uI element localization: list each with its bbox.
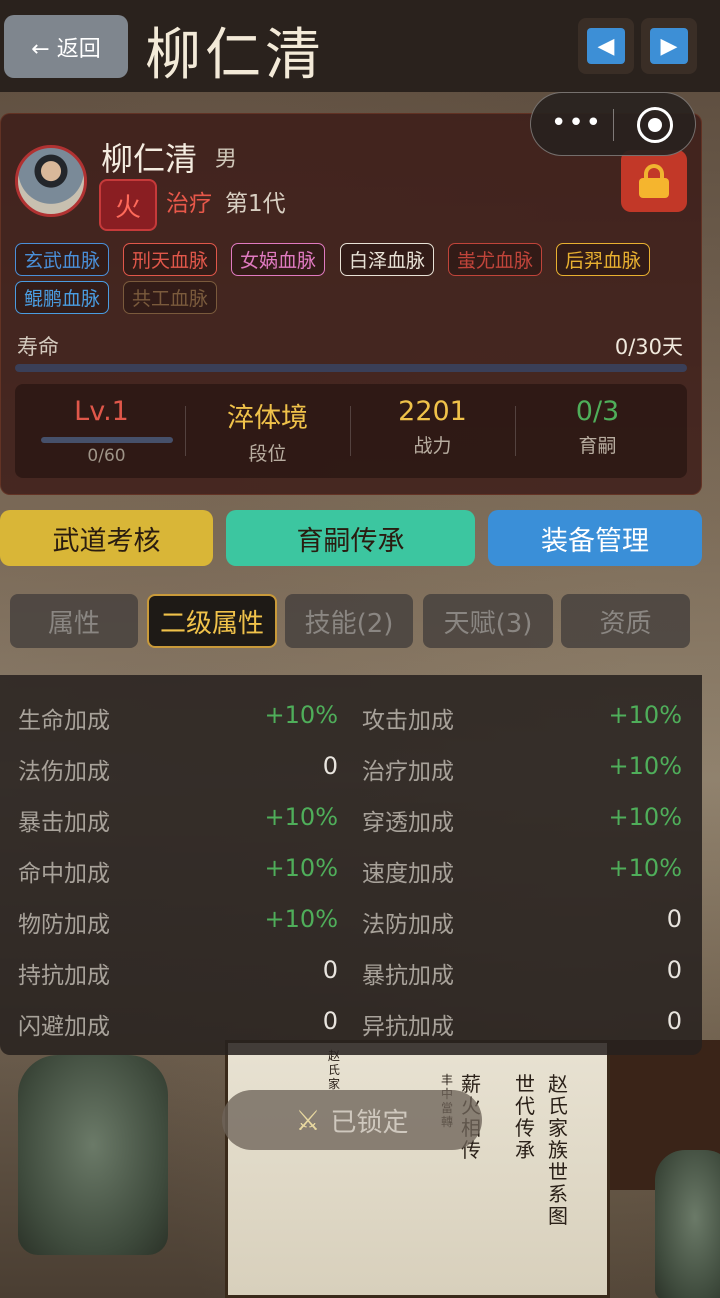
tab-skills[interactable]: 技能(2)	[285, 594, 413, 648]
realm-label: 段位	[248, 443, 287, 465]
bronze-cauldron-art-right	[655, 1150, 720, 1298]
attribute-name: 法防加成	[362, 912, 454, 938]
offspring-value: 0/3	[575, 396, 620, 427]
character-role: 治疗	[166, 191, 212, 217]
attribute-value: 0	[322, 956, 338, 984]
attribute-row: 命中加成 +10% 速度加成 +10%	[0, 842, 702, 893]
character-name: 柳仁清	[101, 140, 198, 178]
page-title: 柳仁清	[145, 23, 325, 88]
avatar[interactable]	[15, 145, 87, 217]
attribute-name: 物防加成	[18, 912, 110, 938]
level-progress-bar	[41, 437, 173, 443]
family-tree-scroll-art: 赵氏家族世系图世代传承薪火相传赵氏家丰中當轉	[225, 1040, 610, 1298]
prev-character-button[interactable]: ◀	[578, 18, 634, 74]
more-options-icon[interactable]: •••	[551, 110, 603, 136]
attribute-name: 速度加成	[362, 861, 454, 887]
scroll-text-column: 赵氏家	[328, 1049, 341, 1091]
bloodline-tag[interactable]: 女娲血脉	[231, 243, 326, 276]
attribute-row: 持抗加成 0 暴抗加成 0	[0, 944, 702, 995]
lifespan-progress-bar	[15, 364, 687, 372]
top-bar: ← 返回 柳仁清 ◀ ▶	[0, 0, 720, 92]
scroll-text-column: 赵氏家族世系图	[548, 1072, 568, 1228]
level-exp: 0/60	[87, 446, 126, 466]
power-value: 2201	[398, 396, 467, 427]
tab-attributes[interactable]: 属性	[10, 594, 138, 648]
bloodline-tag[interactable]: 刑天血脉	[123, 243, 218, 276]
martial-exam-button[interactable]: 武道考核	[0, 510, 213, 566]
offspring-inherit-button[interactable]: 育嗣传承	[226, 510, 475, 566]
attribute-name: 穿透加成	[362, 810, 454, 836]
stat-realm: 淬体境 段位	[185, 384, 350, 478]
attribute-row: 物防加成 +10% 法防加成 0	[0, 893, 702, 944]
bloodline-tag[interactable]: 蚩尤血脉	[448, 243, 543, 276]
tab-talents[interactable]: 天赋(3)	[423, 594, 553, 648]
back-button[interactable]: ← 返回	[4, 15, 128, 78]
secondary-attributes-panel: 生命加成 +10% 攻击加成 +10% 法伤加成 0 治疗加成 +10% 暴击加成 +10% 穿透加…	[0, 675, 702, 1055]
lifespan-label: 寿命	[17, 335, 59, 359]
attribute-value: +10%	[264, 803, 338, 831]
lifespan-value: 0/30天	[614, 335, 683, 359]
lock-icon	[639, 164, 669, 198]
attribute-value: 0	[322, 752, 338, 780]
element-badge: 火	[99, 179, 157, 231]
attribute-name: 生命加成	[18, 708, 110, 734]
lock-button[interactable]	[621, 150, 687, 212]
bloodline-tag[interactable]: 共工血脉	[123, 281, 218, 314]
left-arrow-icon: ◀	[587, 28, 625, 64]
attribute-name: 治疗加成	[362, 759, 454, 785]
attribute-name: 法伤加成	[18, 759, 110, 785]
attribute-name: 命中加成	[18, 861, 110, 887]
attribute-value: 0	[666, 956, 682, 984]
attribute-name: 暴击加成	[18, 810, 110, 836]
close-target-icon[interactable]	[637, 107, 673, 143]
attribute-value: +10%	[264, 701, 338, 729]
tab-aptitude[interactable]: 资质	[561, 594, 690, 648]
scroll-text-column: 世代传承	[515, 1072, 535, 1162]
locked-label: 已锁定	[330, 1107, 409, 1138]
bronze-cauldron-art	[18, 1055, 168, 1255]
attribute-row: 暴击加成 +10% 穿透加成 +10%	[0, 791, 702, 842]
stat-offspring: 0/3 育嗣	[515, 384, 680, 478]
stat-power: 2201 战力	[350, 384, 515, 478]
attribute-row: 生命加成 +10% 攻击加成 +10%	[0, 689, 702, 740]
attribute-name: 暴抗加成	[362, 963, 454, 989]
character-generation: 第1代	[225, 191, 286, 217]
attribute-name: 攻击加成	[362, 708, 454, 734]
attribute-value: 0	[322, 1007, 338, 1035]
power-label: 战力	[413, 435, 452, 457]
equipment-manage-button[interactable]: 装备管理	[488, 510, 702, 566]
stat-level: Lv.1 0/60	[19, 384, 184, 478]
attribute-value: +10%	[608, 752, 682, 780]
bloodline-tag[interactable]: 白泽血脉	[340, 243, 435, 276]
offspring-label: 育嗣	[578, 435, 617, 457]
attribute-value: +10%	[608, 854, 682, 882]
stats-panel: Lv.1 0/60 淬体境 段位 2201 战力 0/3 育嗣	[15, 384, 687, 478]
attribute-name: 异抗加成	[362, 1014, 454, 1040]
miniprogram-capsule: •••	[530, 92, 696, 156]
attribute-value: +10%	[608, 803, 682, 831]
bloodline-tag[interactable]: 鲲鹏血脉	[15, 281, 110, 314]
next-character-button[interactable]: ▶	[641, 18, 697, 74]
tab-secondary-attributes[interactable]: 二级属性	[147, 594, 277, 648]
attribute-name: 持抗加成	[18, 963, 110, 989]
realm-value: 淬体境	[227, 403, 308, 434]
right-arrow-icon: ▶	[650, 28, 688, 64]
crossed-swords-icon: ⚔	[295, 1103, 321, 1137]
character-card: 柳仁清 男 火 治疗 第1代 玄武血脉 刑天血脉 女娲血脉 白泽血脉 蚩尤血脉 后羿血脉鲲…	[0, 113, 702, 495]
level-value: Lv.1	[74, 396, 129, 427]
attribute-name: 闪避加成	[18, 1014, 110, 1040]
attribute-value: 0	[666, 905, 682, 933]
attribute-row: 法伤加成 0 治疗加成 +10%	[0, 740, 702, 791]
attribute-value: +10%	[608, 701, 682, 729]
attribute-value: +10%	[264, 905, 338, 933]
character-gender: 男	[215, 147, 238, 172]
attribute-value: 0	[666, 1007, 682, 1035]
bloodline-tag[interactable]: 后羿血脉	[556, 243, 651, 276]
locked-button[interactable]: ⚔ 已锁定	[222, 1090, 482, 1150]
bloodline-tag[interactable]: 玄武血脉	[15, 243, 110, 276]
attribute-value: +10%	[264, 854, 338, 882]
attribute-row: 闪避加成 0 异抗加成 0	[0, 995, 702, 1046]
